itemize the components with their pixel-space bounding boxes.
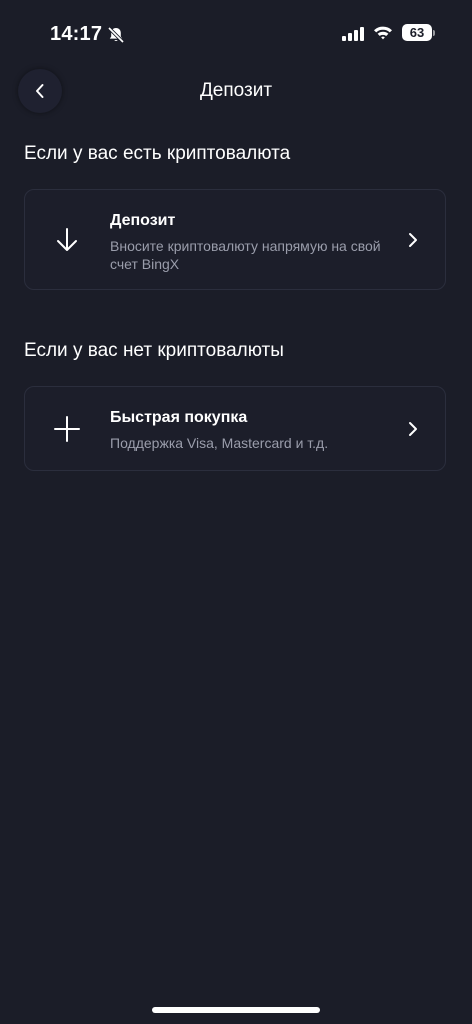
cellular-signal-icon — [342, 25, 364, 41]
wifi-icon — [374, 26, 392, 40]
plus-icon — [53, 415, 81, 443]
battery-level: 63 — [402, 24, 432, 41]
quick-buy-card[interactable]: Быстрая покупка Поддержка Visa, Masterca… — [24, 386, 446, 471]
arrow-down-icon — [53, 226, 81, 254]
status-indicators: 63 — [342, 24, 435, 41]
section-title-no-crypto: Если у вас нет криптовалюты — [24, 340, 284, 361]
time-group: 14:17 — [50, 23, 126, 46]
deposit-card-description: Вносите криптовалюту напрямую на свой сч… — [110, 238, 381, 272]
section-title-has-crypto: Если у вас есть криптовалюта — [24, 143, 291, 164]
home-indicator[interactable] — [152, 1007, 320, 1013]
page-title: Депозит — [199, 80, 273, 101]
quick-buy-card-title: Быстрая покупка — [110, 409, 248, 426]
chevron-right-icon — [409, 422, 417, 436]
status-bar: 14:17 63 — [0, 0, 472, 70]
status-time: 14:17 — [50, 23, 103, 45]
quick-buy-card-description: Поддержка Visa, Mastercard и т.д. — [110, 435, 329, 451]
battery-icon: 63 — [402, 24, 435, 41]
header: Депозит — [0, 66, 472, 116]
chevron-right-icon — [409, 233, 417, 247]
bell-off-icon — [107, 26, 125, 43]
deposit-card-title: Депозит — [110, 212, 176, 229]
deposit-card[interactable]: Депозит Вносите криптовалюту напрямую на… — [24, 189, 446, 290]
